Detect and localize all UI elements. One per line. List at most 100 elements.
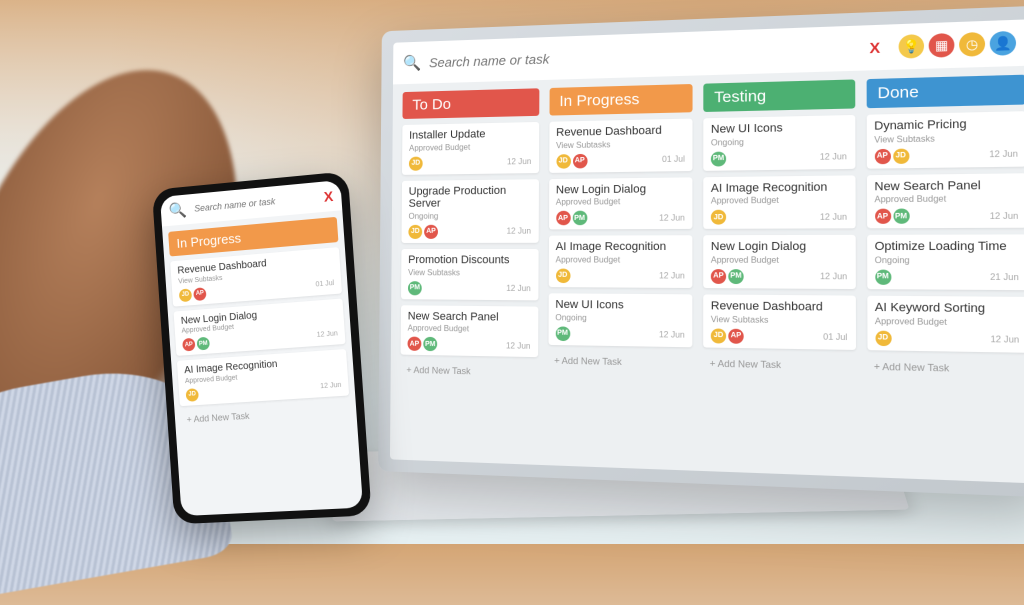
card-subtitle: View Subtasks xyxy=(874,132,1018,144)
card-subtitle: Ongoing xyxy=(711,135,847,147)
assignee-avatar: PM xyxy=(572,211,587,226)
task-card[interactable]: New Login DialogApproved Budget APPM 12 Ju… xyxy=(548,177,692,230)
card-date: 12 Jun xyxy=(506,284,531,293)
assignee-avatar: JD xyxy=(179,288,192,302)
assignee-list: JD xyxy=(711,210,726,225)
assignee-list: PM xyxy=(711,151,726,166)
column-done: DoneDynamic PricingView SubtasksAPJD12 J… xyxy=(866,75,1024,380)
card-date: 12 Jun xyxy=(659,271,685,281)
clock-icon[interactable]: ◷ xyxy=(959,32,985,57)
column-header: In Progress xyxy=(549,84,693,116)
phone-add-task-button[interactable]: + Add New Task xyxy=(180,400,350,428)
phone-kanban-app: 🔍 X In ProgressRevenue DashboardView Sub… xyxy=(160,180,363,516)
card-subtitle: Approved Budget xyxy=(556,197,685,207)
card-subtitle: Approved Budget xyxy=(874,194,1018,205)
card-date: 12 Jun xyxy=(990,334,1019,344)
task-card[interactable]: Revenue DashboardView SubtasksJDAP01 Jul xyxy=(703,294,855,349)
card-title: AI Image Recognition xyxy=(711,180,847,195)
idea-icon[interactable]: 💡 xyxy=(899,34,925,59)
assignee-avatar: AP xyxy=(182,338,195,352)
clear-search-button[interactable]: X xyxy=(869,39,880,57)
task-card[interactable]: AI Image RecognitionApproved BudgetJD12 … xyxy=(548,236,692,288)
add-task-button[interactable]: + Add New Task xyxy=(867,356,1024,379)
assignee-list: JDAP xyxy=(711,328,744,343)
card-date: 21 Jun xyxy=(990,273,1019,283)
assignee-list: APPM xyxy=(556,211,587,226)
calendar-icon[interactable]: ▦ xyxy=(929,33,955,58)
card-subtitle: View Subtasks xyxy=(408,268,531,278)
assignee-list: APPM xyxy=(182,337,210,352)
card-title: New Login Dialog xyxy=(556,182,685,196)
card-subtitle: View Subtasks xyxy=(711,314,848,325)
task-card[interactable]: Optimize Loading TimeOngoingPM21 Jun xyxy=(867,235,1024,290)
assignee-list: APJD xyxy=(874,148,909,164)
task-card[interactable]: AI Image RecognitionApproved BudgetJD12 … xyxy=(703,175,855,229)
add-task-button[interactable]: + Add New Task xyxy=(400,361,537,382)
assignee-list: JD xyxy=(875,330,891,346)
card-title: Revenue Dashboard xyxy=(711,300,848,315)
phone-clear-search-button[interactable]: X xyxy=(323,188,333,205)
phone-column: In ProgressRevenue DashboardView Subtask… xyxy=(162,210,363,516)
card-date: 12 Jun xyxy=(316,330,338,339)
card-date: 12 Jun xyxy=(659,213,685,223)
card-subtitle: Approved Budget xyxy=(409,141,531,152)
task-card[interactable]: New UI IconsOngoing PM 12 Jun xyxy=(703,115,855,171)
assignee-avatar: JD xyxy=(711,328,726,343)
assignee-avatar: AP xyxy=(874,209,890,224)
task-card[interactable]: Revenue DashboardView Subtasks JDAP 01 Jul xyxy=(549,119,693,173)
search-input[interactable] xyxy=(429,40,860,70)
assignee-avatar: JD xyxy=(711,210,726,225)
add-task-button[interactable]: + Add New Task xyxy=(703,353,855,375)
task-card[interactable]: New Login DialogApproved BudgetAPPM12 Ju… xyxy=(703,235,855,289)
assignee-list: APPM xyxy=(407,337,437,352)
assignee-list: JDAP xyxy=(408,225,438,239)
column-header: To Do xyxy=(402,88,538,119)
card-date: 01 Jul xyxy=(662,154,685,164)
assignee-list: PM xyxy=(408,281,422,295)
card-date: 12 Jun xyxy=(820,152,847,162)
kanban-app: 🔍 X 💡▦◷👤 To DoInstaller UpdateApproved B… xyxy=(390,19,1024,484)
card-date: 12 Jun xyxy=(990,211,1019,221)
card-title: Installer Update xyxy=(409,127,531,142)
assignee-avatar: JD xyxy=(875,330,891,346)
assignee-avatar: JD xyxy=(893,148,909,163)
task-card[interactable]: New UI IconsOngoingPM12 Jun xyxy=(548,293,692,347)
task-card[interactable]: New Login DialogApproved BudgetAPPM12 Ju… xyxy=(174,298,346,356)
phone-search-input[interactable] xyxy=(194,192,316,213)
card-title: Revenue Dashboard xyxy=(556,124,685,140)
assignee-avatar: PM xyxy=(875,269,891,284)
task-card[interactable]: Dynamic PricingView SubtasksAPJD12 Jun xyxy=(866,111,1024,168)
task-card[interactable]: Promotion DiscountsView SubtasksPM12 Jun xyxy=(401,249,538,300)
card-title: New Login Dialog xyxy=(711,241,847,255)
card-subtitle: View Subtasks xyxy=(556,138,685,150)
assignee-list: JDAP xyxy=(556,153,587,168)
card-date: 12 Jun xyxy=(507,227,532,236)
card-subtitle: Ongoing xyxy=(409,211,532,221)
task-card[interactable]: New Search PanelApproved BudgetAPPM12 Ju… xyxy=(401,305,538,358)
task-card[interactable]: New Search PanelApproved BudgetAPPM12 Ju… xyxy=(866,173,1024,229)
column-header: Done xyxy=(866,75,1024,109)
assignee-avatar: AP xyxy=(728,328,743,343)
card-title: New UI Icons xyxy=(711,121,847,137)
card-date: 12 Jun xyxy=(659,330,685,340)
task-card[interactable]: AI Keyword SortingApproved BudgetJD12 Ju… xyxy=(867,296,1024,353)
search-icon: 🔍 xyxy=(403,54,421,73)
card-date: 12 Jun xyxy=(820,212,847,222)
laptop-bezel: 🔍 X 💡▦◷👤 To DoInstaller UpdateApproved B… xyxy=(378,5,1024,498)
assignee-list: APPM xyxy=(874,209,909,224)
avatar-icon[interactable]: 👤 xyxy=(990,31,1016,56)
card-subtitle: Ongoing xyxy=(875,255,1019,265)
card-date: 12 Jun xyxy=(506,341,531,351)
assignee-avatar: AP xyxy=(874,148,890,163)
assignee-avatar: JD xyxy=(186,388,199,402)
task-card[interactable]: Installer UpdateApproved BudgetJD12 Jun xyxy=(402,122,539,175)
task-card[interactable]: Revenue DashboardView SubtasksJDAP01 Jul xyxy=(170,247,342,306)
task-card[interactable]: AI Image RecognitionApproved BudgetJD12 … xyxy=(177,349,349,406)
card-date: 12 Jun xyxy=(320,381,342,389)
assignee-avatar: AP xyxy=(556,211,571,226)
assignee-avatar: JD xyxy=(556,154,571,169)
add-task-button[interactable]: + Add New Task xyxy=(548,351,692,373)
column-inprogress: In ProgressRevenue DashboardView Subtask… xyxy=(548,84,693,372)
assignee-list: APPM xyxy=(711,269,744,284)
task-card[interactable]: Upgrade Production ServerOngoingJDAP12 J… xyxy=(401,179,538,243)
